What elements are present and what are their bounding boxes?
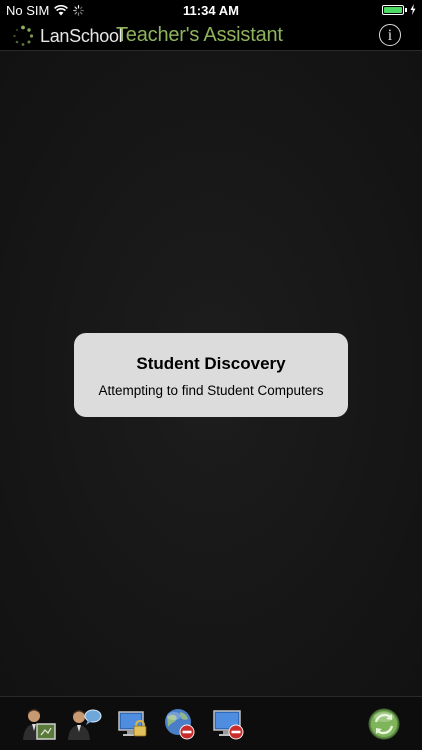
discovery-alert: Student Discovery Attempting to find Stu…: [74, 333, 348, 417]
alert-message: Attempting to find Student Computers: [98, 383, 324, 398]
battery-icon: [382, 4, 404, 15]
block-web-button[interactable]: [162, 707, 198, 741]
status-right: [382, 4, 416, 15]
lock-screen-button[interactable]: [114, 707, 150, 741]
show-teacher-screen-button[interactable]: [20, 707, 56, 741]
lock-screen-icon: [118, 711, 147, 737]
info-button[interactable]: i: [379, 24, 401, 46]
refresh-button[interactable]: [366, 707, 402, 741]
alert-title: Student Discovery: [136, 354, 286, 373]
status-time: 11:34 AM: [183, 3, 239, 18]
charging-bolt-icon: [410, 4, 416, 15]
app-screen: No SIM 11:34 AM LanSchool Teacher's Assi…: [0, 0, 422, 750]
teacher-chat-button[interactable]: [66, 707, 102, 741]
teacher-screen-icon: [23, 709, 56, 740]
block-web-icon: [165, 709, 195, 740]
app-title: Teacher's Assistant: [116, 24, 283, 46]
bottom-toolbar: [0, 696, 422, 750]
info-icon: i: [387, 27, 393, 44]
refresh-icon: [368, 708, 400, 740]
brand-name: LanSchool: [40, 26, 123, 46]
status-bar: No SIM 11:34 AM: [0, 0, 422, 22]
lanschool-logo-icon: [13, 25, 34, 46]
battery-cap: [405, 7, 407, 12]
app-header: LanSchool Teacher's Assistant i: [0, 22, 422, 51]
blank-screen-button[interactable]: [210, 707, 246, 741]
blank-screen-icon: [213, 710, 244, 740]
battery-level: [384, 6, 402, 13]
teacher-chat-icon: [68, 709, 102, 740]
